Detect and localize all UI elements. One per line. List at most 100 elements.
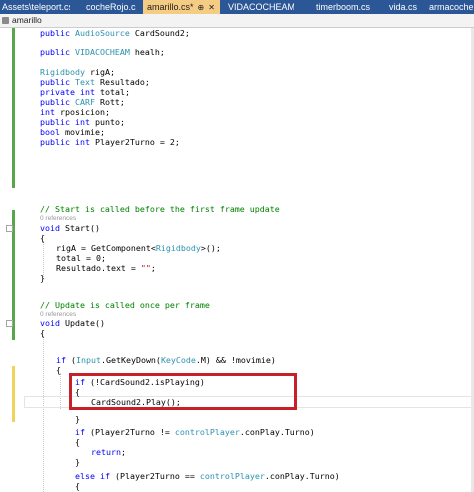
code-type: AudioSource xyxy=(74,28,130,38)
collapse-icon[interactable] xyxy=(6,225,13,232)
code-keyword: private xyxy=(40,87,80,97)
code-type: Rigidbody xyxy=(155,243,201,253)
pin-icon[interactable]: ⊕ xyxy=(198,1,205,14)
tab-vidacocheam[interactable]: VIDACOCHEAM.cs xyxy=(228,0,294,14)
code-text: (Player2Turno == xyxy=(109,471,200,481)
code-text: (Player2Turno != xyxy=(85,427,175,437)
code-line[interactable]: if (Input.GetKeyDown(KeyCode.M) && !movi… xyxy=(56,355,276,365)
tab-label: vida.cs xyxy=(389,2,418,12)
code-type: CARF xyxy=(74,97,95,107)
code-comment[interactable]: // Start is called before the first fram… xyxy=(40,204,280,214)
code-text: .conPlay.Turno) xyxy=(264,471,340,481)
code-line[interactable]: Rigidbody rigA; xyxy=(40,67,115,77)
document-tab-bar: Assets\teleport.cs cocheRojo.cs amarillo… xyxy=(0,0,474,14)
code-keyword: else if xyxy=(75,471,110,481)
indent-guide xyxy=(43,336,44,492)
change-marker-unsaved xyxy=(12,366,15,422)
tab-label: timerboom.cs xyxy=(316,2,370,12)
code-line[interactable]: void Update() xyxy=(40,318,105,328)
code-keyword: int xyxy=(79,87,95,97)
tab-teleport[interactable]: Assets\teleport.cs xyxy=(2,0,70,14)
close-icon[interactable]: ✕ xyxy=(208,1,215,14)
code-type: Rigidbody xyxy=(40,67,85,77)
code-line[interactable]: { xyxy=(56,365,61,375)
code-text: Update() xyxy=(59,318,105,328)
code-text: rigA; xyxy=(84,67,115,77)
code-keyword: void xyxy=(40,223,60,233)
indent-guide xyxy=(43,241,44,277)
code-keyword: public xyxy=(40,28,75,38)
code-line[interactable]: Resultado.text = ""; xyxy=(56,263,156,273)
tab-label: Assets\teleport.cs xyxy=(2,2,70,12)
code-line[interactable]: } xyxy=(75,457,80,467)
code-text: punto; xyxy=(89,117,125,127)
code-editor[interactable]: public AudioSource CardSound2; public VI… xyxy=(0,28,474,492)
code-text: movimie; xyxy=(59,127,105,137)
code-comment[interactable]: // Update is called once per frame xyxy=(40,300,210,310)
tab-amarillo[interactable]: amarillo.cs* ⊕ ✕ xyxy=(143,0,220,14)
code-type: Text xyxy=(74,77,95,87)
editor-gutter xyxy=(0,28,12,492)
code-line[interactable]: { xyxy=(40,328,45,338)
code-line[interactable]: public VIDACOCHEAM healh; xyxy=(40,47,165,57)
code-text: rigA = GetComponent< xyxy=(56,243,156,253)
code-keyword: if xyxy=(56,355,66,365)
code-text: ; xyxy=(120,447,126,457)
code-line[interactable]: void Start() xyxy=(40,223,100,233)
tab-armacoche[interactable]: armacoche xyxy=(429,0,474,14)
code-line[interactable]: total = 0; xyxy=(56,253,106,263)
code-type: controlPlayer xyxy=(174,427,240,437)
code-line[interactable]: int rposicion; xyxy=(40,107,110,117)
code-keyword: public xyxy=(40,77,75,87)
code-keyword: int xyxy=(74,117,90,127)
tab-vida[interactable]: vida.cs xyxy=(389,0,419,14)
code-line[interactable]: public CARF Rott; xyxy=(40,97,125,107)
code-text: .GetKeyDown( xyxy=(100,355,161,365)
collapse-icon[interactable] xyxy=(6,320,13,327)
code-line[interactable]: { xyxy=(75,481,80,491)
code-keyword: return xyxy=(91,447,121,457)
annotation-highlight-box xyxy=(69,373,297,410)
code-keyword: public xyxy=(40,97,75,107)
code-keyword: int xyxy=(74,137,90,147)
code-text: Start() xyxy=(59,223,100,233)
code-line[interactable]: public Text Resultado; xyxy=(40,77,150,87)
code-type: KeyCode xyxy=(160,355,196,365)
code-text: Resultado; xyxy=(94,77,150,87)
code-text: >(); xyxy=(200,243,221,253)
code-line[interactable]: } xyxy=(40,273,45,283)
code-line[interactable]: } xyxy=(75,414,80,424)
navigation-bar[interactable]: amarillo xyxy=(0,14,474,28)
code-type: VIDACOCHEAM xyxy=(74,47,130,57)
code-text: CardSound2; xyxy=(129,28,190,38)
code-text: Resultado.text = xyxy=(56,263,141,273)
code-line[interactable]: public int Player2Turno = 2; xyxy=(40,137,180,147)
code-string: "" xyxy=(140,263,151,273)
code-line[interactable]: else if (Player2Turno == controlPlayer.c… xyxy=(75,471,340,481)
code-type: controlPlayer xyxy=(199,471,265,481)
code-text: ( xyxy=(66,355,76,365)
code-keyword: if xyxy=(75,427,85,437)
change-marker-saved xyxy=(12,28,15,188)
code-line[interactable]: public AudioSource CardSound2; xyxy=(40,28,190,38)
code-line[interactable]: { xyxy=(75,437,80,447)
class-icon xyxy=(2,17,9,24)
code-text: Player2Turno = 2; xyxy=(89,137,180,147)
code-keyword: int xyxy=(40,107,55,117)
code-line[interactable]: { xyxy=(40,233,45,243)
code-line[interactable]: if (Player2Turno != controlPlayer.conPla… xyxy=(75,427,315,437)
tab-timerboom[interactable]: timerboom.cs xyxy=(316,0,370,14)
code-text: .M) && !movimie) xyxy=(195,355,276,365)
codelens-references[interactable]: 0 references xyxy=(40,214,76,223)
code-keyword: public xyxy=(40,137,75,147)
code-text: ; xyxy=(150,263,156,273)
code-line[interactable]: bool movimie; xyxy=(40,127,105,137)
code-line[interactable]: rigA = GetComponent<Rigidbody>(); xyxy=(56,243,221,253)
code-text: healh; xyxy=(129,47,165,57)
code-line[interactable]: return; xyxy=(91,447,126,457)
tab-cocherojo[interactable]: cocheRojo.cs xyxy=(86,0,136,14)
code-line[interactable]: public int punto; xyxy=(40,117,125,127)
code-text: Rott; xyxy=(94,97,125,107)
code-line[interactable]: private int total; xyxy=(40,87,130,97)
code-text: .conPlay.Turno) xyxy=(239,427,315,437)
